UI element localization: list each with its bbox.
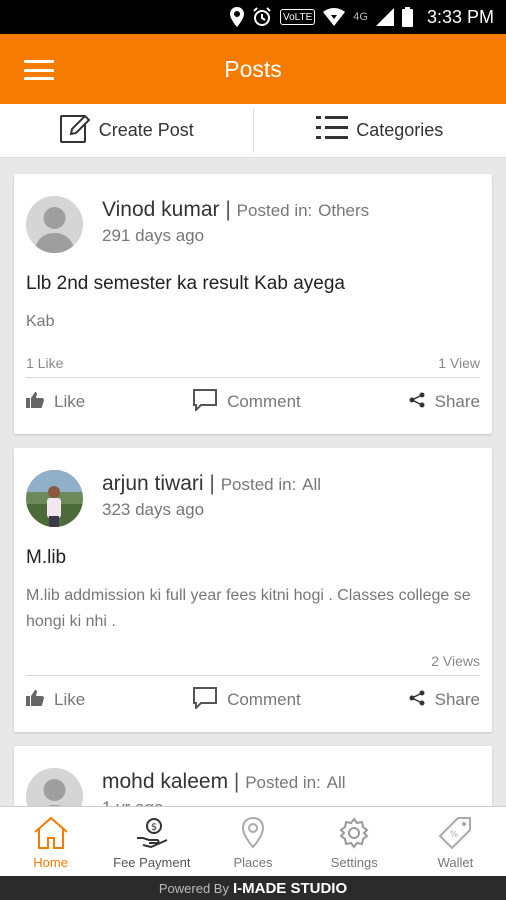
posted-in-label: Posted in: <box>236 201 313 220</box>
post-timestamp: 1 yr ago <box>102 798 346 806</box>
network-type-label: 4G <box>353 11 368 23</box>
share-button[interactable]: Share <box>409 392 480 413</box>
nav-home-label: Home <box>33 855 68 870</box>
share-label: Share <box>434 392 480 411</box>
categories-button[interactable]: Categories <box>254 104 506 157</box>
bottom-navigation: Home $ Fee Payment Places Settings % Wal… <box>0 806 506 876</box>
likes-count: 1 Like <box>26 355 64 371</box>
nav-places-label: Places <box>233 855 273 870</box>
battery-icon <box>401 7 413 27</box>
nav-settings[interactable]: Settings <box>304 807 405 876</box>
edit-icon <box>59 112 91 149</box>
views-count: 2 Views <box>431 653 480 669</box>
comment-button[interactable]: Comment <box>193 388 301 416</box>
post-body: M.lib addmission ki full year fees kitni… <box>26 587 471 630</box>
thumbs-up-icon <box>26 391 44 413</box>
post-card[interactable]: arjun tiwari | Posted in: All 323 days a… <box>14 448 492 732</box>
author-name[interactable]: arjun tiwari <box>102 472 204 495</box>
share-icon <box>409 392 425 413</box>
post-stats: 1 Like 1 View <box>26 355 480 378</box>
author-name[interactable]: mohd kaleem <box>102 770 228 793</box>
nav-home[interactable]: Home <box>0 807 101 876</box>
post-category: Others <box>318 201 370 220</box>
post-actions: Like Comment Share <box>26 676 480 724</box>
nav-wallet-label: Wallet <box>437 855 474 870</box>
like-label: Like <box>54 690 86 709</box>
post-body: Kab <box>26 313 55 330</box>
wifi-icon <box>323 7 346 27</box>
app-bar: Posts <box>0 34 506 104</box>
page-title: Posts <box>224 55 282 82</box>
like-button[interactable]: Like <box>26 391 86 413</box>
post-stats: 2 Views <box>26 653 480 676</box>
like-label: Like <box>54 392 86 411</box>
list-icon <box>316 114 349 147</box>
hamburger-menu-icon[interactable] <box>24 60 54 80</box>
post-title: M.lib <box>26 547 67 568</box>
nav-fee-payment-label: Fee Payment <box>113 855 191 870</box>
avatar[interactable] <box>26 768 83 806</box>
home-icon <box>33 815 69 851</box>
clock-time: 3:33 PM <box>426 6 494 27</box>
svg-text:$: $ <box>151 822 157 833</box>
post-card[interactable]: mohd kaleem | Posted in: All 1 yr ago <box>14 746 492 806</box>
author-name[interactable]: Vinod kumar <box>102 198 220 221</box>
volte-badge: VoLTE <box>279 9 316 25</box>
signal-icon <box>375 7 394 27</box>
location-pin-icon <box>240 815 266 851</box>
post-timestamp: 323 days ago <box>102 500 205 519</box>
post-card[interactable]: Vinod kumar | Posted in: Others 291 days… <box>14 174 492 434</box>
thumbs-up-icon <box>26 689 44 711</box>
location-icon <box>229 7 244 27</box>
comment-label: Comment <box>227 392 301 411</box>
create-post-label: Create Post <box>98 120 194 140</box>
brand-logo: I-MADE STUDIO <box>232 879 348 897</box>
fee-payment-icon: $ <box>135 815 169 851</box>
comment-icon <box>193 388 218 416</box>
comment-button[interactable]: Comment <box>193 686 301 714</box>
post-actions-bar: Create Post Categories <box>0 104 506 158</box>
svg-text:%: % <box>450 830 459 840</box>
post-category: All <box>326 773 346 792</box>
share-label: Share <box>434 690 480 709</box>
share-button[interactable]: Share <box>409 690 480 711</box>
separator: | <box>233 770 240 793</box>
posted-in-label: Posted in: <box>245 773 321 792</box>
gear-icon <box>337 815 371 851</box>
post-title: Llb 2nd semester ka result Kab ayega <box>26 273 345 294</box>
wallet-tag-icon: % <box>438 815 472 851</box>
comment-label: Comment <box>227 690 301 709</box>
nav-wallet[interactable]: % Wallet <box>405 807 506 876</box>
posted-in-label: Posted in: <box>220 475 297 494</box>
status-bar: VoLTE 4G 3:33 PM <box>0 0 506 34</box>
posts-feed[interactable]: Vinod kumar | Posted in: Others 291 days… <box>0 158 506 806</box>
share-icon <box>409 690 425 711</box>
nav-fee-payment[interactable]: $ Fee Payment <box>101 807 202 876</box>
post-category: All <box>302 475 322 494</box>
separator: | <box>225 198 231 221</box>
alarm-icon <box>252 7 272 27</box>
categories-label: Categories <box>356 120 444 140</box>
nav-settings-label: Settings <box>330 855 378 870</box>
comment-icon <box>193 686 218 714</box>
create-post-button[interactable]: Create Post <box>0 104 253 157</box>
separator: | <box>209 472 215 495</box>
avatar[interactable] <box>26 470 83 527</box>
nav-places[interactable]: Places <box>202 807 303 876</box>
avatar[interactable] <box>26 196 83 253</box>
like-button[interactable]: Like <box>26 689 86 711</box>
views-count: 1 View <box>438 355 480 371</box>
post-timestamp: 291 days ago <box>102 226 205 245</box>
post-actions: Like Comment Share <box>26 378 480 426</box>
powered-by-label: Powered By <box>158 880 229 896</box>
powered-by-footer: Powered By I-MADE STUDIO <box>0 876 506 900</box>
